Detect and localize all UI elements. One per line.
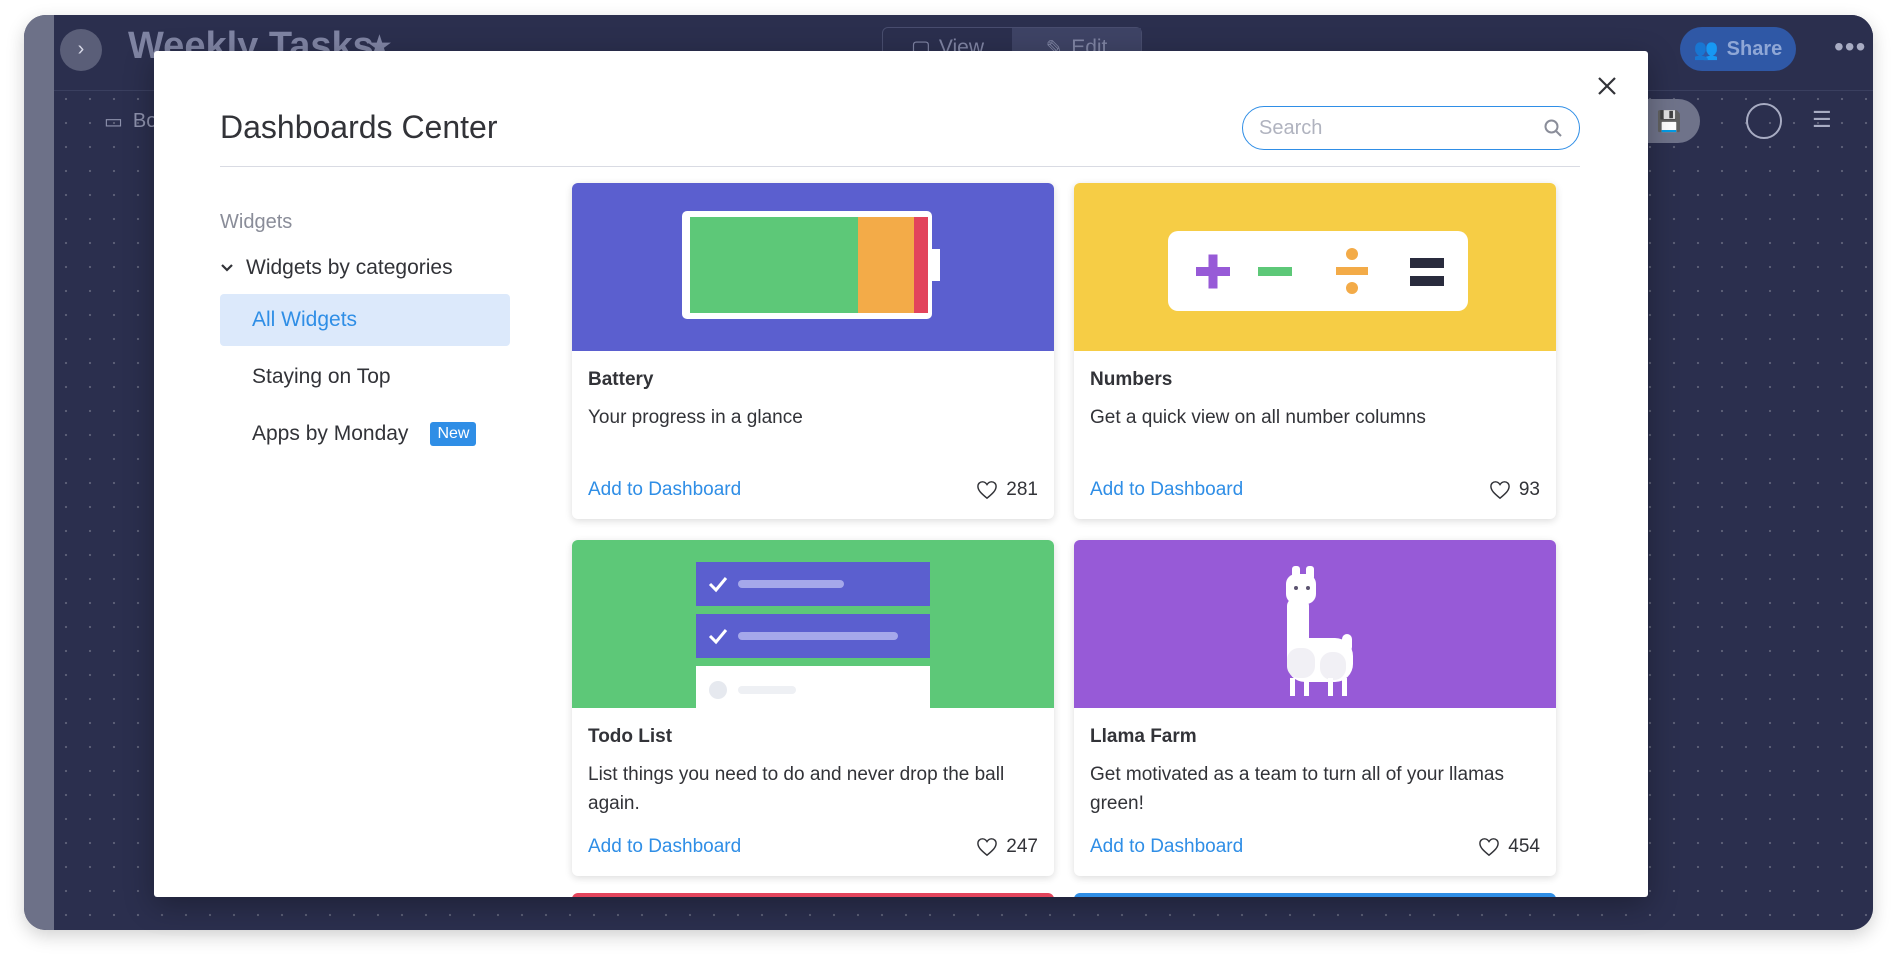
like-button[interactable]: 454 xyxy=(1478,836,1540,858)
filter-icon[interactable]: ☰ xyxy=(1812,107,1832,133)
llama-icon xyxy=(1286,566,1353,696)
close-icon[interactable] xyxy=(1592,71,1622,101)
widget-card-battery: Battery Your progress in a glance Add to… xyxy=(572,183,1054,519)
card-title: Numbers xyxy=(1090,369,1173,390)
share-button[interactable]: 👥 Share xyxy=(1680,27,1796,71)
card-description: Get a quick view on all number columns xyxy=(1090,407,1426,428)
like-button[interactable]: 93 xyxy=(1489,479,1540,501)
modal-title: Dashboards Center xyxy=(220,109,498,145)
add-to-dashboard-link[interactable]: Add to Dashboard xyxy=(1090,836,1243,858)
sidebar-item-label: Staying on Top xyxy=(252,365,391,388)
card-title: Battery xyxy=(588,369,654,390)
llama-farm-illustration xyxy=(1074,540,1556,708)
left-rail xyxy=(24,15,54,930)
heart-icon xyxy=(1490,481,1510,500)
like-count: 93 xyxy=(1518,479,1540,500)
board-icon: ▭ xyxy=(104,111,123,133)
sidebar-item-apps-by-monday[interactable]: Apps by Monday New xyxy=(220,408,510,460)
board-selector[interactable]: ▭ Bo xyxy=(104,109,157,134)
share-label: Share xyxy=(1726,37,1783,60)
sidebar-item-label: All Widgets xyxy=(252,308,358,331)
add-to-dashboard-link[interactable]: Add to Dashboard xyxy=(588,836,741,858)
card-description: List things you need to do and never dro… xyxy=(588,764,1005,814)
search-input[interactable] xyxy=(1259,116,1543,140)
widget-card-llama-farm: Llama Farm Get motivated as a team to tu… xyxy=(1074,540,1556,876)
numbers-illustration xyxy=(1074,183,1556,351)
like-button[interactable]: 281 xyxy=(976,479,1038,501)
sidebar-section-label: Widgets xyxy=(220,211,293,233)
next-card-peek xyxy=(1074,893,1556,897)
battery-icon xyxy=(682,211,940,319)
header-divider xyxy=(220,166,1580,167)
dashboards-center-modal: Dashboards Center Widgets Widgets by cat… xyxy=(154,51,1648,897)
widgets-sidebar: Widgets Widgets by categories All Widget… xyxy=(220,211,510,465)
sidebar-item-staying-on-top[interactable]: Staying on Top xyxy=(220,351,510,403)
card-title: Llama Farm xyxy=(1090,726,1197,747)
todo-list-illustration xyxy=(572,540,1054,716)
expand-sidebar-button[interactable]: › xyxy=(60,29,102,71)
math-symbols-icon xyxy=(1168,231,1468,311)
like-button[interactable]: 247 xyxy=(976,836,1038,858)
card-title: Todo List xyxy=(588,726,673,747)
like-count: 247 xyxy=(1006,836,1038,857)
sidebar-item-label: Apps by Monday xyxy=(252,422,409,445)
chevron-down-icon xyxy=(221,264,233,272)
battery-illustration xyxy=(572,183,1054,351)
next-card-peek xyxy=(572,893,1054,897)
widget-card-numbers: Numbers Get a quick view on all number c… xyxy=(1074,183,1556,519)
users-icon: 👥 xyxy=(1693,38,1719,61)
like-count: 454 xyxy=(1508,836,1540,857)
add-to-dashboard-link[interactable]: Add to Dashboard xyxy=(588,479,741,501)
checklist-icon xyxy=(696,562,930,716)
category-label: Widgets by categories xyxy=(246,256,453,279)
save-icon: 💾 xyxy=(1656,110,1682,133)
add-to-dashboard-link[interactable]: Add to Dashboard xyxy=(1090,479,1243,501)
like-count: 281 xyxy=(1006,479,1038,500)
card-description: Your progress in a glance xyxy=(588,407,803,428)
search-field[interactable] xyxy=(1242,106,1580,150)
widget-card-todo-list: Todo List List things you need to do and… xyxy=(572,540,1054,876)
person-icon[interactable] xyxy=(1746,103,1782,139)
sidebar-item-all-widgets[interactable]: All Widgets xyxy=(220,294,510,346)
search-icon[interactable] xyxy=(1543,118,1563,138)
card-description: Get motivated as a team to turn all of y… xyxy=(1090,764,1504,814)
heart-icon xyxy=(977,481,998,500)
widgets-by-categories-toggle[interactable]: Widgets by categories xyxy=(220,252,510,284)
heart-icon xyxy=(977,838,998,857)
heart-icon xyxy=(1479,838,1500,857)
more-options-icon[interactable]: ••• xyxy=(1834,31,1866,63)
new-badge: New xyxy=(430,422,477,446)
